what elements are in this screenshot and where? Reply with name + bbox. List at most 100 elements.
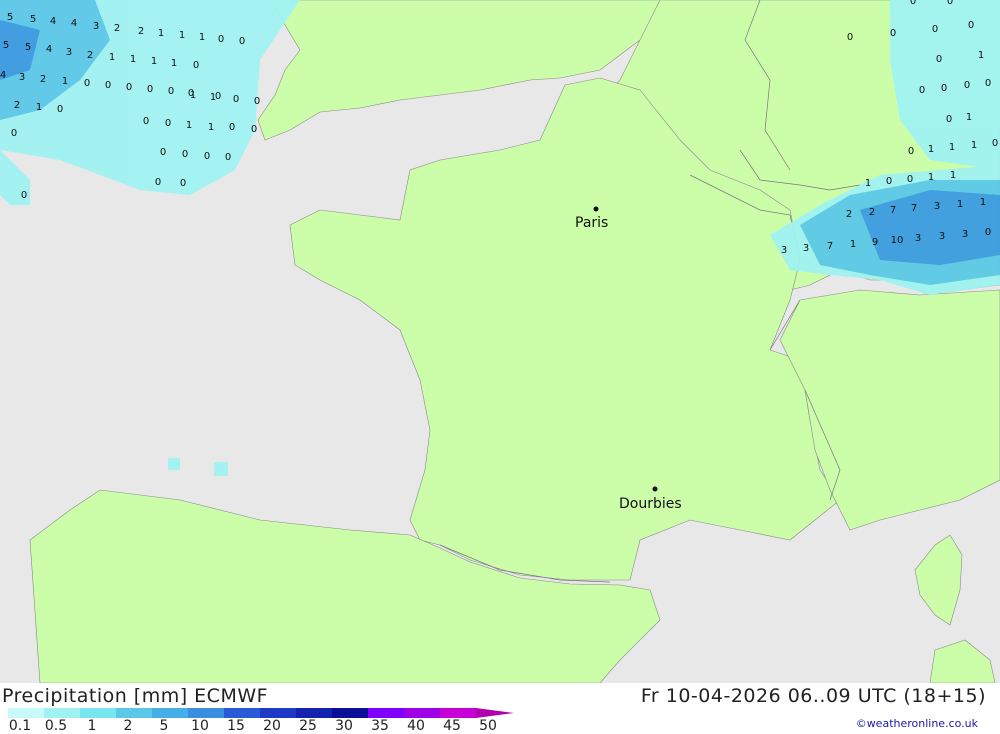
precip-value: 0	[182, 149, 188, 160]
precip-value: 0	[204, 151, 210, 162]
precip-value: 0	[147, 84, 153, 95]
legend-tick: 1	[87, 718, 97, 734]
precip-value: 3	[915, 233, 921, 244]
precip-value: 0	[908, 146, 914, 157]
legend-tick: 30	[335, 718, 353, 734]
legend-swatch	[296, 708, 332, 718]
city-label-dourbies: Dourbies	[619, 496, 682, 512]
legend-swatch	[8, 708, 44, 718]
precip-value: 0	[936, 54, 942, 65]
precip-value: 0	[947, 0, 953, 7]
legend-swatch	[332, 708, 368, 718]
precip-value: 1	[210, 92, 216, 103]
legend-tick: 5	[159, 718, 169, 734]
precip-value: 3	[803, 243, 809, 254]
precip-value: 0	[932, 24, 938, 35]
credit-link[interactable]: ©weatheronline.co.uk	[856, 717, 978, 730]
legend-tick: 15	[227, 718, 245, 734]
precip-value: 2	[40, 74, 46, 85]
precip-value: 1	[971, 140, 977, 151]
precip-value: 0	[180, 178, 186, 189]
precip-value: 2	[114, 23, 120, 34]
precip-value: 1	[199, 32, 205, 43]
precip-value: 10	[891, 235, 904, 246]
precip-value: 1	[850, 239, 856, 250]
precip-value: 0	[919, 85, 925, 96]
legend-swatch	[80, 708, 116, 718]
legend-swatch	[368, 708, 404, 718]
precip-value: 3	[93, 21, 99, 32]
precip-value: 2	[14, 100, 20, 111]
precip-value: 0	[239, 36, 245, 47]
precip-value: 5	[25, 42, 31, 53]
precip-value: 5	[7, 12, 13, 23]
precip-value: 0	[143, 116, 149, 127]
legend-tick: 2	[123, 718, 133, 734]
precip-value: 3	[66, 47, 72, 58]
precip-value: 0	[233, 94, 239, 105]
precip-value: 0	[251, 124, 257, 135]
legend-tick: 45	[443, 718, 461, 734]
precip-value: 0	[218, 34, 224, 45]
legend-tick: 10	[191, 718, 209, 734]
legend-swatch	[440, 708, 476, 718]
precip-color-legend	[8, 708, 514, 718]
legend-swatch	[44, 708, 80, 718]
precip-value: 0	[21, 190, 27, 201]
precip-value: 5	[30, 14, 36, 25]
precip-value: 0	[57, 104, 63, 115]
precip-value: 0	[847, 32, 853, 43]
precip-value: 5	[3, 40, 9, 51]
precip-value: 0	[105, 80, 111, 91]
precip-value: 0	[155, 177, 161, 188]
precip-value: 1	[966, 112, 972, 123]
precip-value: 0	[160, 147, 166, 158]
precip-value: 1	[62, 76, 68, 87]
dourbies-marker	[652, 486, 658, 492]
legend-tick: 0.1	[8, 718, 32, 734]
precip-value: 7	[827, 241, 833, 252]
legend-swatch	[404, 708, 440, 718]
precip-value: 1	[950, 170, 956, 181]
precip-value: 1	[186, 120, 192, 131]
precip-value: 2	[87, 50, 93, 61]
precip-value: 2	[869, 207, 875, 218]
precip-value: 2	[846, 209, 852, 220]
map-title: Precipitation [mm] ECMWF	[2, 685, 269, 707]
precip-value: 1	[179, 30, 185, 41]
precip-value: 1	[158, 28, 164, 39]
legend-tick: 25	[299, 718, 317, 734]
precip-value: 0	[168, 86, 174, 97]
precip-value: 7	[911, 203, 917, 214]
precip-value: 9	[872, 237, 878, 248]
precip-value: 1	[865, 178, 871, 189]
legend-swatch	[260, 708, 296, 718]
precip-value: 1	[151, 56, 157, 67]
legend-tick: 50	[479, 718, 497, 734]
map-footer: Precipitation [mm] ECMWF Fr 10-04-2026 0…	[0, 683, 1000, 734]
forecast-datetime: Fr 10-04-2026 06..09 UTC (18+15)	[640, 685, 986, 707]
precip-value: 3	[934, 201, 940, 212]
precip-value: 0	[985, 227, 991, 238]
precipitation-map: Paris Dourbies 5 5 4 4 3 2 2 1 1 1 0 05 5 4 3 2 1 1 1 1 04 3 2…	[0, 0, 1000, 683]
precip-value: 1	[171, 58, 177, 69]
precip-value: 0	[11, 128, 17, 139]
precip-value: 0	[225, 152, 231, 163]
precip-value: 7	[890, 205, 896, 216]
paris-marker	[593, 206, 599, 212]
legend-swatch	[188, 708, 224, 718]
precip-value: 0	[886, 176, 892, 187]
legend-tick: 0.5	[44, 718, 68, 734]
precip-value: 4	[50, 16, 56, 27]
precip-value: 1	[928, 144, 934, 155]
precip-value: 0	[910, 0, 916, 7]
precip-value: 4	[71, 18, 77, 29]
precip-value: 1	[957, 199, 963, 210]
precip-value: 0	[946, 114, 952, 125]
precip-value: 0	[964, 80, 970, 91]
precip-value: 0	[126, 82, 132, 93]
legend-tick: 35	[371, 718, 389, 734]
precip-value: 0	[890, 28, 896, 39]
precip-value: 0	[254, 96, 260, 107]
precip-value: 1	[36, 102, 42, 113]
